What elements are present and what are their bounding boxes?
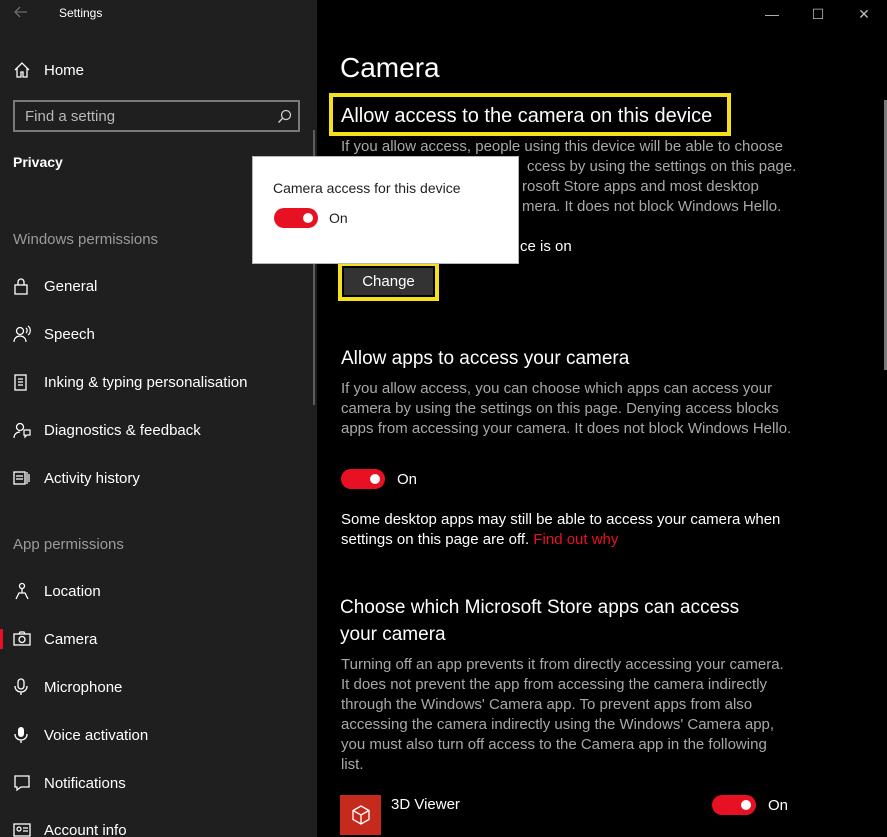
apps-access-toggle[interactable]: [341, 469, 385, 489]
account-info-icon: [0, 821, 44, 837]
camera-access-popup: Camera access for this device On: [252, 156, 519, 264]
app-title: Settings: [59, 6, 103, 20]
sidebar-item-general[interactable]: General: [0, 266, 317, 306]
sidebar-item-location[interactable]: Location: [0, 571, 317, 611]
app-name: 3D Viewer: [391, 796, 460, 813]
sidebar-item-label: Inking & typing personalisation: [44, 373, 248, 391]
sidebar-item-label: Location: [44, 582, 101, 600]
section2-desc-line: If you allow access, you can choose whic…: [341, 380, 773, 397]
desktop-apps-note-text: settings on this page are off.: [341, 531, 530, 548]
inking-icon: [0, 373, 44, 391]
section3-desc-line: It does not prevent the app from accessi…: [341, 676, 768, 693]
section1-desc-line: mera. It does not block Windows Hello.: [522, 198, 782, 215]
section1-desc-line: If you allow access, people using this d…: [341, 138, 783, 155]
apps-access-toggle-label: On: [397, 471, 418, 488]
sidebar-item-microphone[interactable]: Microphone: [0, 667, 317, 707]
minimize-button[interactable]: —: [749, 0, 795, 28]
search-icon[interactable]: [270, 109, 298, 124]
sidebar-item-label: Notifications: [44, 774, 126, 792]
voice-activation-icon: [0, 726, 44, 744]
desktop-apps-note-line2: settings on this page are off. Find out …: [341, 530, 618, 550]
notifications-icon: [0, 774, 44, 792]
section1-heading: Allow access to the camera on this devic…: [341, 105, 713, 127]
app-3d-viewer-toggle-label: On: [768, 797, 789, 814]
sidebar-item-label: Voice activation: [44, 726, 149, 744]
sidebar-item-speech[interactable]: Speech: [0, 314, 317, 354]
maximize-button[interactable]: ☐: [795, 0, 841, 28]
home-icon: [0, 61, 44, 79]
device-camera-access-toggle-label: On: [329, 210, 348, 226]
change-button-highlight: Change: [338, 262, 439, 301]
sidebar-item-inking[interactable]: Inking & typing personalisation: [0, 362, 317, 402]
back-arrow-icon[interactable]: [13, 4, 33, 22]
section3-desc-line: list.: [341, 756, 364, 773]
section2-desc-line: apps from accessing your camera. It does…: [341, 420, 792, 437]
main-content: — ☐ ✕ Camera Allow access to the camera …: [317, 0, 887, 837]
location-icon: [0, 582, 44, 600]
close-button[interactable]: ✕: [841, 0, 887, 28]
app-3d-viewer-toggle[interactable]: [712, 795, 756, 815]
sidebar-item-label: Account info: [44, 821, 127, 837]
sidebar-item-home[interactable]: Home: [0, 52, 317, 88]
section3-desc-line: accessing the camera indirectly using th…: [341, 716, 775, 733]
sidebar-item-notifications[interactable]: Notifications: [0, 763, 317, 803]
device-access-status: ce is on: [520, 238, 572, 255]
sidebar-item-account-info[interactable]: Account info: [0, 810, 317, 837]
app-permissions-header: App permissions: [13, 536, 124, 553]
section2-desc-line: camera by using the settings on this pag…: [341, 400, 779, 417]
sidebar-item-label: Home: [44, 61, 85, 79]
section-title: Privacy: [13, 154, 63, 170]
search-input[interactable]: [15, 107, 270, 125]
sidebar-item-label: General: [44, 277, 98, 295]
window-controls: — ☐ ✕: [749, 0, 887, 28]
section3-heading: Choose which Microsoft Store apps can ac…: [340, 597, 740, 618]
activity-history-icon: [0, 469, 44, 487]
change-button[interactable]: Change: [344, 268, 433, 295]
section3-desc-line: through the Windows' Camera app. To prev…: [341, 696, 753, 713]
sidebar-item-diagnostics[interactable]: Diagnostics & feedback: [0, 410, 317, 450]
section2-heading: Allow apps to access your camera: [341, 348, 630, 369]
device-camera-access-toggle[interactable]: [274, 208, 318, 228]
sidebar-item-label: Speech: [44, 325, 95, 343]
diagnostics-icon: [0, 421, 44, 439]
section1-desc-line: rosoft Store apps and most desktop: [522, 178, 759, 195]
section1-desc-line: ccess by using the settings on this page…: [527, 158, 797, 175]
page-title: Camera: [340, 52, 440, 83]
sidebar: Settings Home Privacy Windows permission…: [0, 0, 317, 837]
section3-desc-line: Turning off an app prevents it from dire…: [341, 656, 784, 673]
lock-icon: [0, 277, 44, 295]
speech-icon: [0, 325, 44, 343]
sidebar-item-voice-activation[interactable]: Voice activation: [0, 715, 317, 755]
windows-permissions-header: Windows permissions: [13, 231, 159, 248]
camera-icon: [0, 631, 44, 647]
cube-icon: [340, 795, 381, 835]
sidebar-item-label: Camera: [44, 630, 98, 648]
sidebar-item-activity-history[interactable]: Activity history: [0, 458, 317, 498]
section3-desc-line: you must also turn off access to the Cam…: [341, 736, 767, 753]
popup-title: Camera access for this device: [273, 180, 461, 196]
sidebar-item-camera[interactable]: Camera: [0, 619, 317, 659]
sidebar-item-label: Activity history: [44, 469, 140, 487]
search-box[interactable]: [13, 100, 300, 132]
desktop-apps-note: Some desktop apps may still be able to a…: [341, 511, 781, 528]
section3-heading-line2: your camera: [340, 624, 446, 645]
sidebar-item-label: Diagnostics & feedback: [44, 421, 201, 439]
sidebar-item-label: Microphone: [44, 678, 123, 696]
find-out-why-link[interactable]: Find out why: [533, 531, 618, 548]
microphone-icon: [0, 678, 44, 696]
